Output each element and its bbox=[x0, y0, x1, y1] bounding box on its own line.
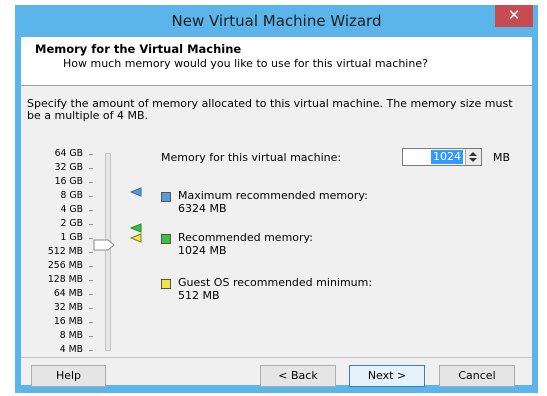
scale-tick-label: 64 MB bbox=[53, 288, 83, 299]
help-button[interactable]: Help bbox=[31, 365, 106, 387]
title-bar[interactable]: New Virtual Machine Wizard ✕ bbox=[15, 5, 538, 37]
scale-tick-mark bbox=[89, 294, 93, 295]
guest-minimum-label: Guest OS recommended minimum: bbox=[178, 276, 373, 289]
next-button[interactable]: Next > bbox=[349, 365, 425, 387]
wizard-header: Memory for the Virtual Machine How much … bbox=[21, 37, 532, 86]
scale-tick-label: 128 MB bbox=[47, 274, 83, 285]
scale-tick-mark bbox=[89, 210, 93, 211]
scale-tick-mark bbox=[89, 252, 93, 253]
recommended-swatch bbox=[161, 234, 171, 244]
scale-tick-label: 4 MB bbox=[59, 344, 83, 355]
scale-tick-label: 8 GB bbox=[60, 190, 83, 201]
memory-description: Specify the amount of memory allocated t… bbox=[27, 97, 513, 122]
wizard-window: New Virtual Machine Wizard ✕ Memory for … bbox=[15, 5, 538, 393]
scale-tick-label: 512 MB bbox=[47, 246, 83, 257]
memory-field-label: Memory for this virtual machine: bbox=[161, 151, 342, 164]
memory-input[interactable]: 1024 bbox=[431, 150, 463, 164]
recommended-label: Recommended memory: bbox=[178, 231, 313, 244]
scale-tick-label: 2 GB bbox=[60, 218, 83, 229]
scale-tick-label: 8 MB bbox=[59, 330, 83, 341]
scale-tick-mark bbox=[89, 266, 93, 267]
scale-tick-mark bbox=[89, 196, 93, 197]
close-button[interactable]: ✕ bbox=[495, 5, 533, 27]
spin-up-icon[interactable] bbox=[469, 152, 477, 156]
scale-tick-mark bbox=[89, 280, 93, 281]
scale-tick-mark bbox=[89, 350, 93, 351]
page-subtitle: How much memory would you like to use fo… bbox=[63, 57, 428, 70]
scale-tick-label: 64 GB bbox=[54, 148, 83, 159]
max-recommended-label: Maximum recommended memory: bbox=[178, 189, 368, 202]
spin-down-icon[interactable] bbox=[469, 158, 477, 162]
memory-unit: MB bbox=[493, 151, 511, 164]
scale-tick-mark bbox=[89, 224, 93, 225]
scale-tick-label: 1 GB bbox=[60, 232, 83, 243]
guest-minimum-marker-icon bbox=[130, 233, 142, 243]
scale-tick-mark bbox=[89, 336, 93, 337]
spinner-buttons[interactable] bbox=[465, 149, 481, 165]
memory-spinner[interactable]: 1024 bbox=[402, 148, 482, 166]
max-recommended-marker-icon bbox=[130, 187, 142, 197]
scale-tick-mark bbox=[89, 182, 93, 183]
scale-tick-label: 16 GB bbox=[54, 176, 83, 187]
scale-tick-mark bbox=[89, 168, 93, 169]
slider-track[interactable] bbox=[105, 153, 111, 351]
dialog-client: Memory for the Virtual Machine How much … bbox=[21, 37, 532, 387]
scale-tick-mark bbox=[89, 308, 93, 309]
scale-tick-label: 32 GB bbox=[54, 162, 83, 173]
scale-tick-mark bbox=[89, 322, 93, 323]
window-title: New Virtual Machine Wizard bbox=[171, 12, 382, 30]
back-button[interactable]: < Back bbox=[260, 365, 336, 387]
max-recommended-value: 6324 MB bbox=[178, 202, 227, 215]
cancel-button[interactable]: Cancel bbox=[439, 365, 515, 387]
recommended-value: 1024 MB bbox=[178, 244, 227, 257]
scale-tick-mark bbox=[89, 154, 93, 155]
guest-minimum-swatch bbox=[161, 279, 171, 289]
max-recommended-swatch bbox=[161, 192, 171, 202]
scale-tick-label: 4 GB bbox=[60, 204, 83, 215]
guest-minimum-value: 512 MB bbox=[178, 289, 220, 302]
footer-divider bbox=[21, 357, 532, 358]
slider-thumb[interactable] bbox=[93, 239, 115, 251]
scale-tick-label: 256 MB bbox=[47, 260, 83, 271]
scale-tick-label: 32 MB bbox=[53, 302, 83, 313]
recommended-marker-icon bbox=[130, 223, 142, 233]
page-title: Memory for the Virtual Machine bbox=[35, 42, 242, 56]
scale-tick-label: 16 MB bbox=[53, 316, 83, 327]
